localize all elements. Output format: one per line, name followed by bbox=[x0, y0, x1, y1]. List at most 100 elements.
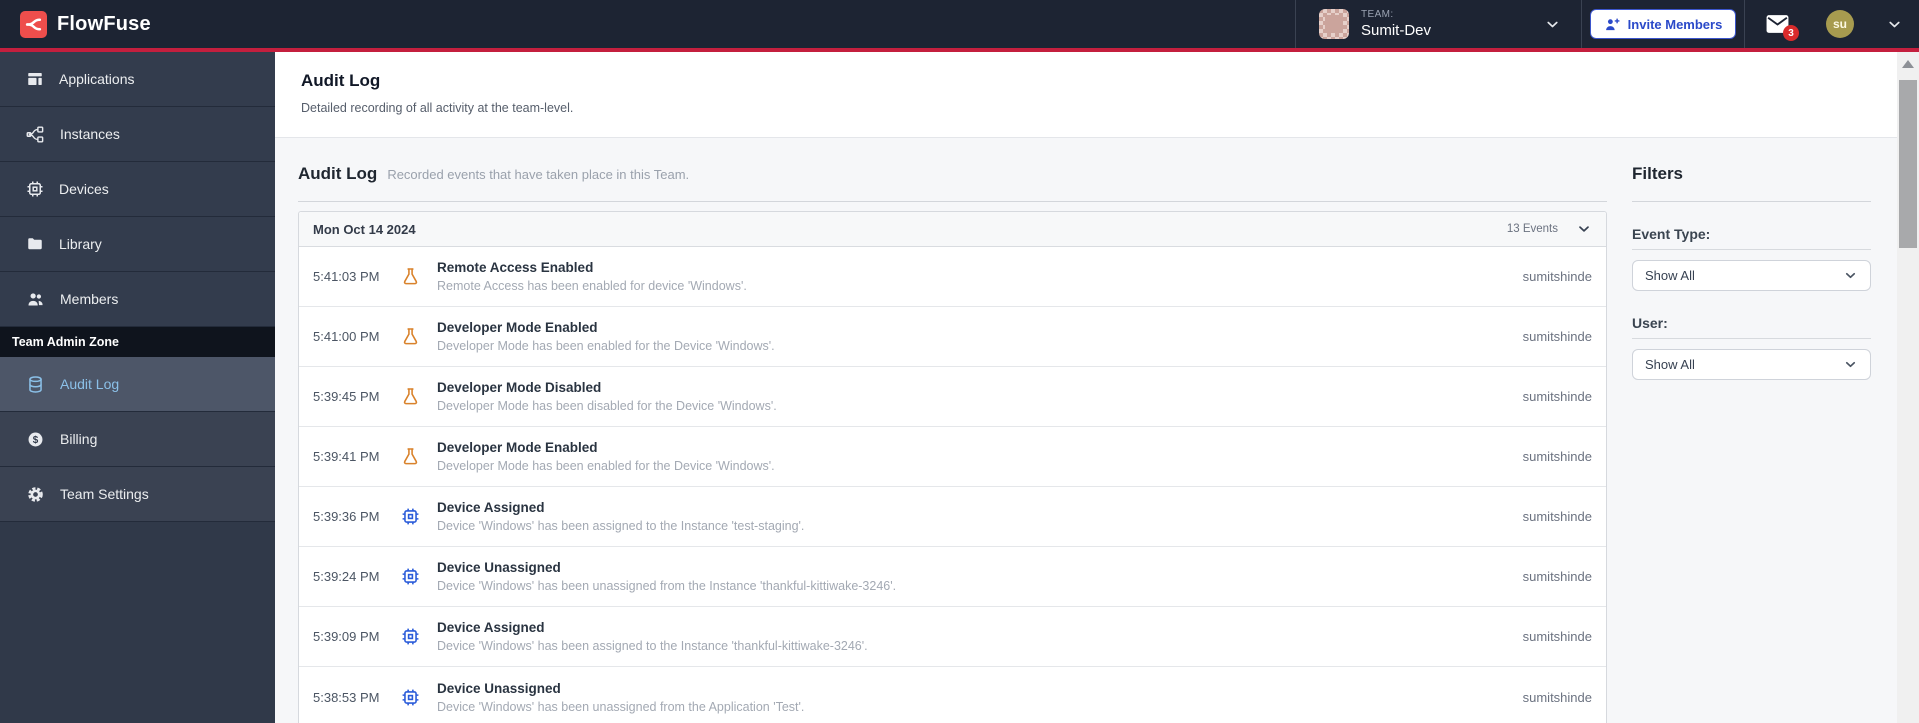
page-subtitle: Detailed recording of all activity at th… bbox=[301, 101, 574, 115]
audit-event-row: 5:39:09 PM Device Assigned Device 'Windo… bbox=[299, 607, 1606, 667]
chevron-down-icon bbox=[1843, 268, 1858, 283]
flask-icon bbox=[401, 327, 425, 346]
team-admin-zone-label: Team Admin Zone bbox=[0, 327, 275, 357]
event-time: 5:41:03 PM bbox=[313, 269, 380, 284]
date-label: Mon Oct 14 2024 bbox=[313, 221, 416, 237]
sidebar-item-label: Billing bbox=[60, 431, 98, 447]
devices-icon bbox=[26, 180, 44, 198]
filters-panel: Filters Event Type: Show All User: Show … bbox=[1632, 164, 1871, 723]
event-description: Developer Mode has been disabled for the… bbox=[437, 399, 777, 413]
page-header: Audit Log Detailed recording of all acti… bbox=[275, 52, 1897, 138]
chip-icon bbox=[401, 507, 425, 526]
event-title: Device Assigned bbox=[437, 500, 545, 515]
user-filter-select[interactable]: Show All bbox=[1632, 349, 1871, 380]
scrollbar-thumb[interactable] bbox=[1899, 80, 1917, 248]
notifications-button[interactable]: 3 bbox=[1765, 14, 1799, 41]
chip-icon bbox=[401, 627, 425, 646]
events-count: 13 Events bbox=[1506, 223, 1558, 235]
event-title: Device Assigned bbox=[437, 620, 545, 635]
audit-log-icon bbox=[26, 375, 45, 394]
flowfuse-fork-icon bbox=[20, 10, 47, 38]
page-title: Audit Log bbox=[301, 71, 381, 90]
user-menu-chevron-down-icon[interactable] bbox=[1886, 16, 1903, 33]
event-description: Device 'Windows' has been assigned to th… bbox=[437, 519, 805, 533]
event-time: 5:41:00 PM bbox=[313, 329, 380, 344]
event-description: Developer Mode has been enabled for the … bbox=[437, 459, 775, 473]
event-user: sumitshinde bbox=[1522, 329, 1592, 344]
event-title: Device Unassigned bbox=[437, 680, 561, 696]
event-time: 5:39:09 PM bbox=[313, 629, 380, 644]
chevron-down-icon bbox=[1843, 357, 1858, 372]
instances-icon bbox=[26, 125, 45, 144]
members-icon bbox=[26, 290, 45, 309]
team-kicker-label: TEAM: bbox=[1361, 8, 1394, 20]
svg-text:$: $ bbox=[33, 434, 39, 445]
sidebar-item-billing[interactable]: $ Billing bbox=[0, 412, 275, 467]
sidebar-item-team-settings[interactable]: Team Settings bbox=[0, 467, 275, 522]
team-identicon bbox=[1319, 9, 1349, 39]
user-avatar[interactable]: su bbox=[1826, 10, 1854, 38]
event-user: sumitshinde bbox=[1522, 509, 1592, 524]
team-selector[interactable]: TEAM: Sumit-Dev bbox=[1296, 0, 1581, 48]
sidebar-item-label: Instances bbox=[60, 126, 120, 142]
library-icon bbox=[26, 235, 44, 253]
gear-icon bbox=[26, 485, 45, 504]
vertical-scrollbar[interactable] bbox=[1897, 52, 1919, 723]
audit-event-row: 5:39:45 PM Developer Mode Disabled Devel… bbox=[299, 367, 1606, 427]
sidebar-item-devices[interactable]: Devices bbox=[0, 162, 275, 217]
invite-members-button[interactable]: Invite Members bbox=[1589, 9, 1737, 39]
main-content: Audit Log Detailed recording of all acti… bbox=[275, 52, 1897, 723]
audit-event-row: 5:39:36 PM Device Assigned Device 'Windo… bbox=[299, 487, 1606, 547]
sidebar: Applications Instances Devices Library M… bbox=[0, 52, 275, 723]
event-user: sumitshinde bbox=[1522, 629, 1592, 644]
section-subtitle: Recorded events that have taken place in… bbox=[387, 167, 690, 182]
date-group-header: Mon Oct 14 2024 13 Events bbox=[299, 212, 1606, 247]
event-title: Device Unassigned bbox=[437, 560, 561, 575]
chip-icon bbox=[401, 688, 425, 707]
flowfuse-logo[interactable]: FlowFuse bbox=[0, 10, 151, 38]
event-type-select[interactable]: Show All bbox=[1632, 260, 1871, 291]
sidebar-item-library[interactable]: Library bbox=[0, 217, 275, 272]
event-time: 5:39:24 PM bbox=[313, 569, 380, 584]
flask-icon bbox=[401, 267, 425, 286]
sidebar-item-label: Devices bbox=[59, 181, 109, 197]
event-description: Developer Mode has been enabled for the … bbox=[437, 339, 775, 353]
event-user: sumitshinde bbox=[1522, 389, 1592, 404]
sidebar-item-label: Applications bbox=[59, 71, 135, 87]
filters-title: Filters bbox=[1632, 164, 1684, 183]
sidebar-item-members[interactable]: Members bbox=[0, 272, 275, 327]
event-description: Remote Access has been enabled for devic… bbox=[437, 279, 747, 293]
flask-icon bbox=[401, 447, 425, 466]
event-time: 5:39:45 PM bbox=[313, 389, 380, 404]
event-user: sumitshinde bbox=[1522, 449, 1592, 464]
collapse-chevron-down-icon[interactable] bbox=[1576, 221, 1592, 237]
team-name: Sumit-Dev bbox=[1361, 22, 1432, 40]
flask-icon bbox=[401, 387, 425, 406]
event-description: Device 'Windows' has been assigned to th… bbox=[437, 639, 868, 653]
sidebar-item-audit-log[interactable]: Audit Log bbox=[0, 357, 275, 412]
event-time: 5:39:41 PM bbox=[313, 449, 380, 464]
event-user: sumitshinde bbox=[1522, 569, 1592, 584]
sidebar-item-label: Members bbox=[60, 291, 119, 307]
user-filter-value: Show All bbox=[1645, 357, 1695, 372]
event-user: sumitshinde bbox=[1522, 269, 1592, 284]
sidebar-item-applications[interactable]: Applications bbox=[0, 52, 275, 107]
sidebar-item-instances[interactable]: Instances bbox=[0, 107, 275, 162]
audit-event-row: 5:39:41 PM Developer Mode Enabled Develo… bbox=[299, 427, 1606, 487]
notification-badge: 3 bbox=[1783, 25, 1799, 41]
event-type-label: Event Type: bbox=[1632, 226, 1871, 250]
event-description: Device 'Windows' has been unassigned fro… bbox=[437, 579, 897, 593]
event-title: Developer Mode Enabled bbox=[437, 320, 598, 335]
chevron-down-icon bbox=[1544, 16, 1561, 33]
scroll-up-arrow-icon[interactable] bbox=[1902, 60, 1914, 68]
event-title: Developer Mode Enabled bbox=[437, 440, 598, 455]
brand-name: FlowFuse bbox=[57, 12, 151, 35]
sidebar-item-label: Audit Log bbox=[60, 376, 120, 392]
event-title: Remote Access Enabled bbox=[437, 260, 594, 275]
sidebar-item-label: Library bbox=[59, 236, 102, 252]
event-type-value: Show All bbox=[1645, 268, 1695, 283]
event-time: 5:38:53 PM bbox=[313, 689, 380, 705]
event-time: 5:39:36 PM bbox=[313, 509, 380, 524]
event-description: Device 'Windows' has been unassigned fro… bbox=[437, 699, 805, 714]
billing-icon: $ bbox=[26, 430, 45, 449]
